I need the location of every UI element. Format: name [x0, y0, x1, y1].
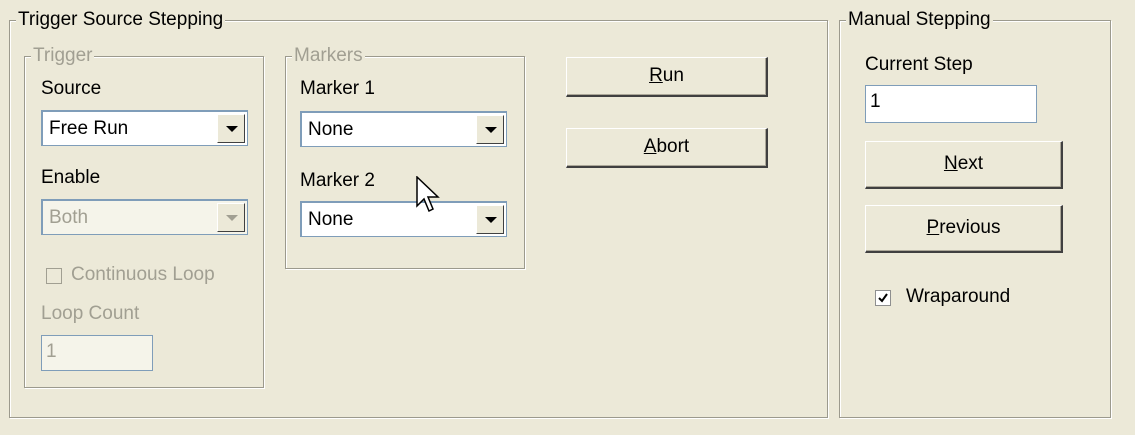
source-label: Source [41, 78, 102, 99]
current-step-value: 1 [870, 91, 881, 112]
next-button[interactable]: Next [865, 141, 1063, 189]
chevron-down-icon [226, 215, 238, 221]
trigger-group: Trigger Source Free Run Enable Both Cont… [24, 46, 264, 388]
next-button-mnemonic: N [943, 153, 958, 174]
run-button-mnemonic: R [649, 65, 663, 86]
checkmark-icon [878, 293, 888, 303]
run-button[interactable]: Run [566, 57, 768, 97]
previous-button-label: revious [939, 217, 1001, 238]
source-combobox[interactable]: Free Run [41, 110, 248, 146]
marker1-combobox-value: None [308, 119, 354, 140]
loop-count-input: 1 [41, 335, 153, 371]
markers-group-title: Markers [292, 45, 365, 66]
abort-button-mnemonic: A [643, 136, 657, 157]
marker1-dropdown-button[interactable] [476, 115, 504, 144]
chevron-down-icon [485, 127, 497, 133]
marker1-combobox[interactable]: None [300, 111, 507, 147]
chevron-down-icon [226, 126, 238, 132]
continuous-loop-checkbox [46, 268, 62, 284]
marker2-combobox-value: None [308, 209, 354, 230]
next-button-label: ext [957, 153, 984, 174]
mouse-cursor-icon [416, 176, 440, 213]
run-button-label: un [662, 65, 684, 86]
markers-group: Markers Marker 1 None Marker 2 None [285, 46, 525, 269]
continuous-loop-label: Continuous Loop [71, 264, 215, 285]
previous-button-mnemonic: P [926, 217, 940, 238]
abort-button-label: bort [656, 136, 690, 157]
chevron-down-icon [485, 217, 497, 223]
marker2-label: Marker 2 [300, 170, 375, 191]
previous-button[interactable]: Previous [865, 205, 1063, 253]
trigger-group-title: Trigger [31, 45, 95, 66]
trigger-source-stepping-group: Trigger Source Stepping Trigger Source F… [9, 10, 828, 418]
loop-count-label: Loop Count [41, 303, 140, 324]
enable-combobox: Both [41, 199, 248, 235]
marker1-label: Marker 1 [300, 78, 375, 99]
marker2-dropdown-button[interactable] [476, 205, 504, 234]
manual-stepping-title: Manual Stepping [846, 9, 993, 30]
loop-count-value: 1 [46, 341, 57, 362]
wraparound-label: Wraparound [906, 286, 1011, 307]
enable-dropdown-button [217, 203, 245, 232]
current-step-input[interactable]: 1 [865, 85, 1037, 123]
enable-combobox-value: Both [49, 207, 89, 228]
trigger-source-stepping-title: Trigger Source Stepping [16, 9, 226, 30]
abort-button[interactable]: Abort [566, 128, 768, 168]
wraparound-checkbox[interactable] [875, 290, 891, 306]
source-dropdown-button[interactable] [217, 114, 245, 143]
current-step-label: Current Step [865, 54, 973, 75]
manual-stepping-group: Manual Stepping Current Step 1 Next Prev… [839, 10, 1111, 418]
enable-label: Enable [41, 167, 101, 188]
marker2-combobox[interactable]: None [300, 201, 507, 237]
source-combobox-value: Free Run [49, 118, 129, 139]
